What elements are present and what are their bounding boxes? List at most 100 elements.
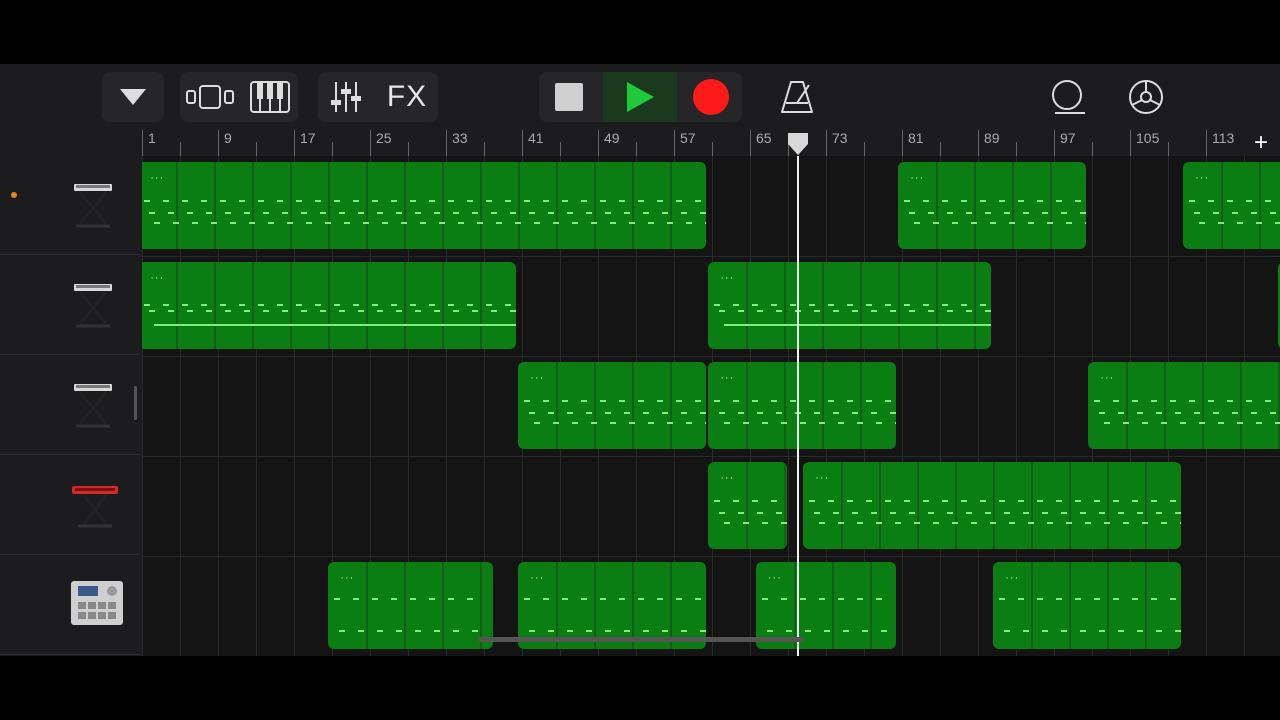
- note-mark: [567, 630, 574, 632]
- loop-divider: [869, 562, 872, 649]
- vertical-scrollbar[interactable]: [134, 386, 137, 420]
- loop-browser-button[interactable]: [1042, 72, 1092, 122]
- tracks-area[interactable]: ··· ··· ··· ··· ··· ··· ··· ··· ··· ··· ··· ··· ··· ·…: [142, 156, 1280, 656]
- browser-group: [102, 72, 164, 122]
- piano-keys-icon: [250, 81, 290, 113]
- note-mark: [857, 324, 877, 326]
- mixer-button[interactable]: [318, 72, 374, 122]
- midi-region[interactable]: ···: [755, 562, 897, 649]
- bar-ruler[interactable]: 1 9 17 25 33 41 49 57 65 73 81 89 97 105 113: [142, 130, 1280, 156]
- note-mark: [358, 630, 365, 632]
- note-mark: [724, 422, 731, 424]
- track-header-keyboard-track-3[interactable]: [0, 356, 140, 455]
- note-mark: [933, 324, 953, 326]
- note-mark: [771, 304, 778, 306]
- track-lane-keyboard-track-3[interactable]: ··· ··· ···: [142, 356, 1280, 457]
- track-header-keyboard-track-2[interactable]: [0, 256, 140, 355]
- note-mark: [600, 200, 607, 202]
- note-mark: [1189, 200, 1196, 202]
- note-mark: [814, 512, 821, 514]
- note-mark: [952, 324, 972, 326]
- note-mark: [681, 412, 688, 414]
- midi-region[interactable]: ···: [708, 262, 992, 349]
- note-mark: [638, 200, 645, 202]
- note-mark: [733, 500, 740, 502]
- note-mark: [809, 500, 816, 502]
- loop-divider: [1069, 462, 1072, 549]
- midi-region[interactable]: ···: [993, 562, 1182, 649]
- add-section-button[interactable]: +: [1242, 130, 1280, 156]
- note-mark: [581, 200, 588, 202]
- note-mark: [876, 422, 883, 424]
- loop-divider: [442, 562, 445, 649]
- fx-button[interactable]: FX: [376, 72, 438, 122]
- note-mark: [401, 222, 408, 224]
- note-mark: [990, 222, 997, 224]
- note-mark: [163, 304, 170, 306]
- note-mark: [890, 412, 897, 414]
- tracks-view-button[interactable]: [180, 72, 240, 122]
- metronome-button[interactable]: [772, 72, 822, 122]
- region-menu-dots: ···: [767, 572, 782, 584]
- midi-region[interactable]: ···: [803, 462, 1182, 549]
- note-mark: [1118, 512, 1125, 514]
- play-button[interactable]: [603, 72, 677, 122]
- note-mark: [1232, 212, 1239, 214]
- midi-region[interactable]: ···: [1183, 162, 1280, 249]
- note-mark: [828, 400, 835, 402]
- track-header-keyboard-track-1[interactable]: [0, 156, 140, 255]
- midi-region[interactable]: ···: [142, 262, 517, 349]
- note-mark: [619, 598, 626, 600]
- note-mark: [743, 324, 763, 326]
- track-lane-keyboard-track-2[interactable]: ·········: [142, 256, 1280, 357]
- note-mark: [239, 304, 246, 306]
- region-menu-dots: ···: [1005, 572, 1020, 584]
- my-songs-button[interactable]: [102, 72, 164, 122]
- midi-region[interactable]: ···: [708, 462, 787, 549]
- note-mark: [1085, 522, 1092, 524]
- loop-divider: [632, 362, 635, 449]
- note-mark: [619, 400, 626, 402]
- note-mark: [168, 310, 175, 312]
- toolbar: FX: [0, 64, 1280, 130]
- stop-button[interactable]: [539, 72, 599, 122]
- midi-region[interactable]: ···: [328, 562, 493, 649]
- loop-divider: [784, 462, 787, 549]
- midi-region[interactable]: ···: [142, 162, 707, 249]
- note-mark: [572, 422, 579, 424]
- midi-region[interactable]: ···: [1088, 362, 1280, 449]
- note-mark: [353, 200, 360, 202]
- record-button[interactable]: [681, 72, 741, 122]
- note-mark: [705, 422, 707, 424]
- track-header-beat-sequencer-track[interactable]: [0, 556, 140, 655]
- track-lane-keyboard-track-1[interactable]: ··· ··· ···: [142, 156, 1280, 257]
- note-mark: [448, 598, 455, 600]
- playhead-handle-icon[interactable]: [787, 132, 809, 156]
- midi-region[interactable]: ···: [518, 562, 707, 649]
- loop-divider: [556, 362, 559, 449]
- horizontal-scrollbar[interactable]: [478, 637, 804, 642]
- note-mark: [1056, 200, 1063, 202]
- midi-region[interactable]: ···: [708, 362, 897, 449]
- note-mark: [315, 200, 322, 202]
- note-mark: [467, 304, 474, 306]
- loop-divider: [594, 162, 597, 249]
- ruler-tick: [1168, 142, 1169, 156]
- note-mark: [904, 500, 911, 502]
- note-mark: [856, 598, 863, 600]
- keyboard-button[interactable]: [242, 72, 298, 122]
- note-mark: [700, 412, 707, 414]
- note-mark: [268, 222, 275, 224]
- note-mark: [325, 222, 332, 224]
- note-mark: [1085, 222, 1087, 224]
- note-mark: [1094, 400, 1101, 402]
- midi-region[interactable]: ···: [898, 162, 1087, 249]
- midi-region[interactable]: ···: [518, 362, 707, 449]
- note-mark: [363, 222, 370, 224]
- note-mark: [923, 304, 930, 306]
- settings-button[interactable]: [1120, 72, 1172, 122]
- track-header-synth-track[interactable]: [0, 456, 140, 555]
- track-lane-synth-track[interactable]: ·········: [142, 456, 1280, 557]
- note-mark: [429, 598, 436, 600]
- loop-divider: [290, 162, 293, 249]
